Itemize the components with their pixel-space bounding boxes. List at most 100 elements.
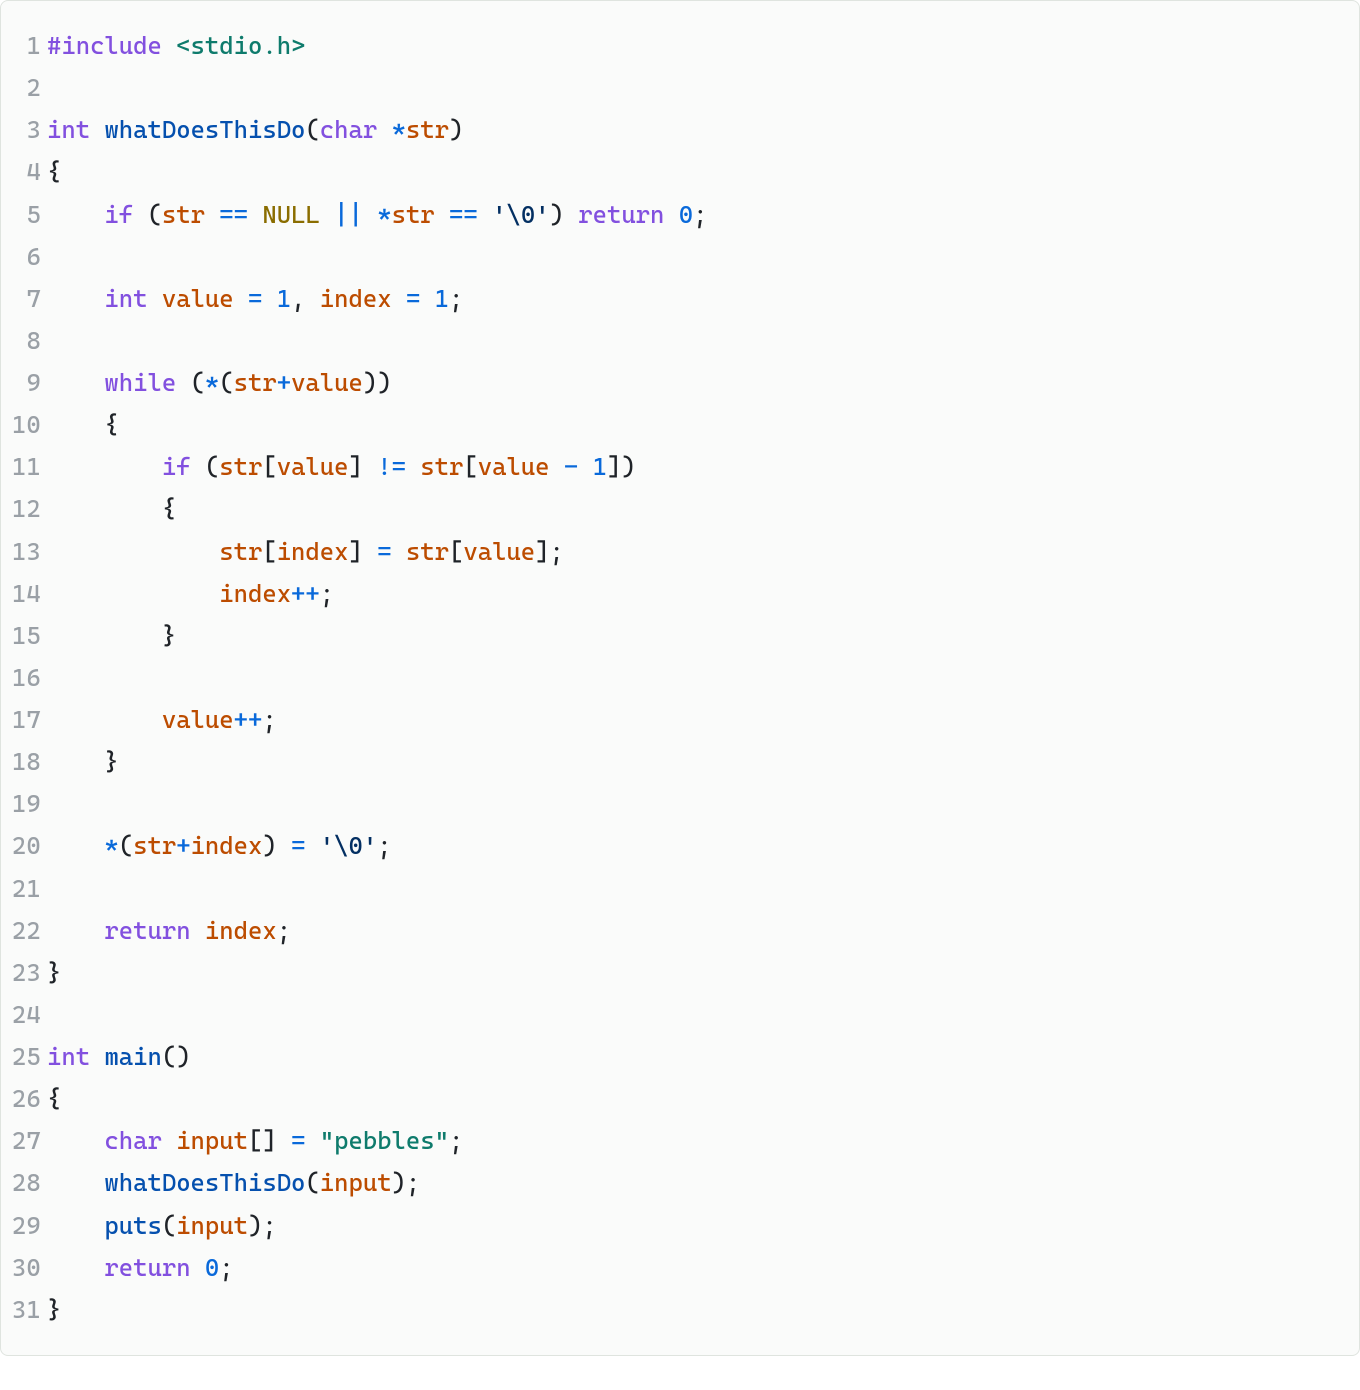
token-pn bbox=[435, 200, 449, 229]
token-ch: '\0' bbox=[320, 831, 377, 860]
token-var: value bbox=[291, 368, 363, 397]
token-assn: = bbox=[248, 284, 262, 313]
token-hdr: <stdio.h> bbox=[176, 31, 305, 60]
token-kw: if bbox=[104, 200, 133, 229]
code-line: 19 bbox=[1, 783, 1359, 825]
token-pn bbox=[305, 1126, 319, 1155]
token-pn: ( bbox=[305, 115, 319, 144]
token-pn bbox=[148, 284, 162, 313]
token-pn bbox=[420, 284, 434, 313]
line-content bbox=[47, 783, 61, 825]
code-line: 31} bbox=[1, 1289, 1359, 1331]
line-content bbox=[47, 320, 61, 362]
code-line: 4{ bbox=[1, 151, 1359, 193]
token-pn bbox=[392, 537, 406, 566]
code-line: 16 bbox=[1, 657, 1359, 699]
code-line: 17 value++; bbox=[1, 699, 1359, 741]
token-pn: , bbox=[291, 284, 320, 313]
line-content: } bbox=[47, 615, 176, 657]
line-content bbox=[47, 236, 61, 278]
token-assn: = bbox=[377, 537, 391, 566]
token-null: NULL bbox=[262, 200, 319, 229]
line-number: 13 bbox=[1, 531, 47, 573]
token-kw: char bbox=[104, 1126, 161, 1155]
token-pn: { bbox=[47, 494, 176, 523]
token-pn bbox=[262, 284, 276, 313]
token-pn bbox=[47, 368, 104, 397]
token-op: ++ bbox=[291, 579, 320, 608]
line-number: 15 bbox=[1, 615, 47, 657]
token-pn bbox=[363, 200, 377, 229]
code-line: 1#include <stdio.h> bbox=[1, 25, 1359, 67]
line-number: 5 bbox=[1, 194, 47, 236]
token-pn: ( bbox=[133, 200, 162, 229]
token-op: == bbox=[449, 200, 478, 229]
token-var: value bbox=[277, 452, 349, 481]
code-line: 29 puts(input); bbox=[1, 1205, 1359, 1247]
code-line: 26{ bbox=[1, 1078, 1359, 1120]
line-number: 30 bbox=[1, 1247, 47, 1289]
line-content: } bbox=[47, 741, 119, 783]
token-assn: = bbox=[291, 831, 305, 860]
token-var: index bbox=[277, 537, 349, 566]
line-number: 9 bbox=[1, 362, 47, 404]
token-var: value bbox=[162, 284, 234, 313]
token-pn: [] bbox=[248, 1126, 291, 1155]
token-pn: ]; bbox=[535, 537, 564, 566]
line-content: return 0; bbox=[47, 1247, 234, 1289]
token-var: index bbox=[191, 831, 263, 860]
line-number: 10 bbox=[1, 404, 47, 446]
token-pn bbox=[550, 452, 564, 481]
code-line: 12 { bbox=[1, 488, 1359, 530]
code-line: 28 whatDoesThisDo(input); bbox=[1, 1162, 1359, 1204]
token-op: * bbox=[392, 115, 406, 144]
code-line: 11 if (str[value] != str[value - 1]) bbox=[1, 446, 1359, 488]
line-content: if (str == NULL || *str == '\0') return … bbox=[47, 194, 707, 236]
token-pn bbox=[47, 1253, 104, 1282]
token-pn bbox=[47, 284, 104, 313]
token-pn bbox=[191, 1253, 205, 1282]
token-var: value bbox=[463, 537, 535, 566]
token-pn: ( bbox=[119, 831, 133, 860]
token-kw: while bbox=[104, 368, 176, 397]
line-number: 31 bbox=[1, 1289, 47, 1331]
token-pn: ; bbox=[277, 916, 291, 945]
token-var: str bbox=[219, 452, 262, 481]
token-pn bbox=[47, 579, 219, 608]
line-content bbox=[47, 657, 61, 699]
token-pn bbox=[47, 537, 219, 566]
token-pn: } bbox=[47, 621, 176, 650]
token-pn: ; bbox=[377, 831, 391, 860]
line-number: 3 bbox=[1, 109, 47, 151]
token-pn bbox=[47, 1126, 104, 1155]
token-pn bbox=[578, 452, 592, 481]
token-kw: int bbox=[47, 1042, 90, 1071]
token-var: input bbox=[320, 1168, 392, 1197]
code-line: 8 bbox=[1, 320, 1359, 362]
token-pn bbox=[47, 1168, 104, 1197]
line-content: { bbox=[47, 488, 176, 530]
line-number: 12 bbox=[1, 488, 47, 530]
line-number: 2 bbox=[1, 67, 47, 109]
token-op: ++ bbox=[234, 705, 263, 734]
token-var: value bbox=[162, 705, 234, 734]
line-content: { bbox=[47, 404, 119, 446]
line-number: 19 bbox=[1, 783, 47, 825]
token-pn: { bbox=[47, 410, 119, 439]
code-line: 7 int value = 1, index = 1; bbox=[1, 278, 1359, 320]
token-pn bbox=[47, 452, 162, 481]
token-pn bbox=[248, 200, 262, 229]
token-pn: [ bbox=[262, 537, 276, 566]
token-pn bbox=[478, 200, 492, 229]
token-pn bbox=[47, 200, 104, 229]
token-kw: char bbox=[320, 115, 377, 144]
line-content: value++; bbox=[47, 699, 277, 741]
code-line: 3int whatDoesThisDo(char *str) bbox=[1, 109, 1359, 151]
token-str: "pebbles" bbox=[320, 1126, 449, 1155]
token-pn bbox=[162, 31, 176, 60]
token-pn: ); bbox=[248, 1211, 277, 1240]
token-pn bbox=[47, 705, 162, 734]
token-kw: return bbox=[104, 1253, 190, 1282]
token-pn bbox=[377, 115, 391, 144]
token-op: - bbox=[564, 452, 578, 481]
